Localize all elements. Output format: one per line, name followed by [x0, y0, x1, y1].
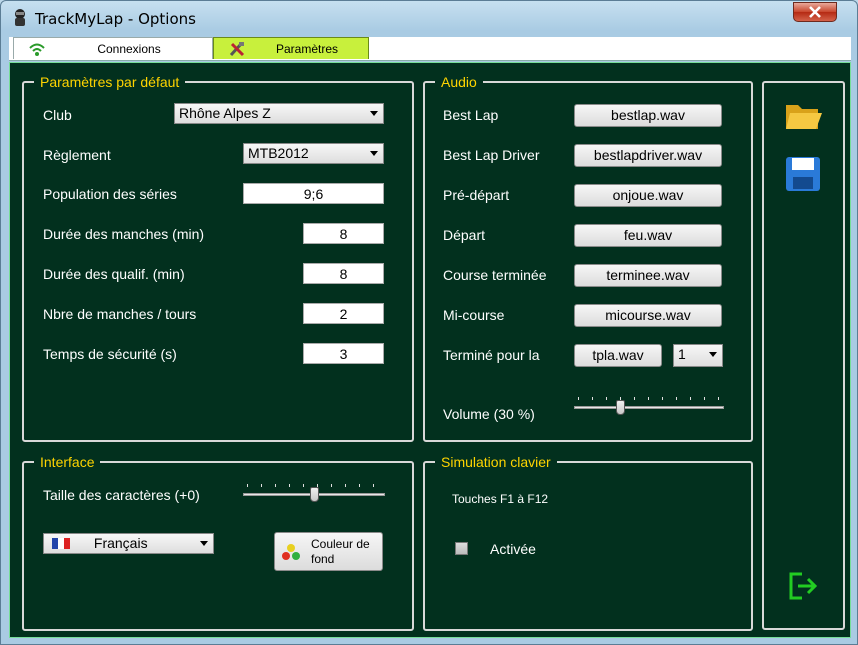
audio-label-terminee: Course terminée	[443, 267, 547, 283]
duree-manches-input[interactable]: 8	[303, 223, 384, 244]
interface-group: Interface Taille des caractères (+0) Fra…	[22, 453, 414, 631]
tab-connexions-label: Connexions	[97, 41, 161, 56]
keys-label: Touches F1 à F12	[452, 492, 549, 506]
audio-legend: Audio	[435, 73, 483, 91]
close-icon	[809, 6, 821, 18]
audio-group: Audio Best Lap bestlap.wav Best Lap Driv…	[423, 73, 753, 442]
options-window: TrackMyLap - Options Connexions Paramètr…	[0, 0, 858, 645]
close-button[interactable]	[793, 2, 837, 22]
defaults-legend: Paramètres par défaut	[34, 73, 186, 91]
simulation-legend: Simulation clavier	[435, 453, 557, 471]
audio-label-bestlap: Best Lap	[443, 107, 499, 123]
language-select[interactable]: Français	[43, 533, 214, 554]
audio-label-predepart: Pré-départ	[443, 187, 510, 203]
interface-legend: Interface	[34, 453, 101, 471]
volume-slider-thumb[interactable]	[616, 400, 626, 415]
color-dots-icon	[282, 544, 300, 560]
tab-parametres[interactable]: Paramètres	[213, 37, 369, 59]
tab-strip: Connexions Paramètres	[9, 37, 851, 61]
club-value: Rhône Alpes Z	[179, 105, 271, 121]
settings-panel: Paramètres par défaut Club Rhône Alpes Z…	[9, 62, 851, 638]
tab-connexions[interactable]: Connexions	[13, 37, 213, 59]
audio-file-terminee-button[interactable]: terminee.wav	[574, 264, 722, 287]
audio-file-depart-button[interactable]: feu.wav	[574, 224, 722, 247]
activated-label: Activée	[490, 541, 536, 557]
font-size-slider[interactable]	[243, 484, 385, 506]
chevron-down-icon	[200, 541, 208, 546]
font-size-slider-thumb[interactable]	[309, 487, 319, 502]
termine-file-button[interactable]: tpla.wav	[574, 344, 662, 367]
duree-qualif-input[interactable]: 8	[303, 263, 384, 284]
audio-label-depart: Départ	[443, 227, 486, 243]
chevron-down-icon	[709, 352, 717, 357]
termine-label: Terminé pour la	[443, 347, 540, 363]
volume-label: Volume (30 %)	[443, 406, 535, 422]
save-icon[interactable]	[784, 155, 822, 193]
temps-securite-input[interactable]: 3	[303, 343, 384, 364]
activated-checkbox[interactable]	[455, 542, 468, 555]
chevron-down-icon	[370, 111, 378, 116]
population-label: Population des séries	[43, 186, 177, 202]
termine-count-value: 1	[678, 346, 686, 362]
reglement-value: MTB2012	[248, 145, 309, 161]
language-value: Français	[93, 535, 148, 551]
simulation-group: Simulation clavier Touches F1 à F12 Acti…	[423, 453, 753, 631]
club-label: Club	[43, 107, 72, 123]
temps-securite-label: Temps de sécurité (s)	[43, 346, 177, 362]
nbre-manches-label: Nbre de manches / tours	[43, 306, 197, 322]
background-color-label: Couleur de fond	[311, 537, 370, 566]
audio-file-bestlap-button[interactable]: bestlap.wav	[574, 104, 722, 127]
exit-icon[interactable]	[788, 571, 820, 601]
audio-file-bestlapdriver-button[interactable]: bestlapdriver.wav	[574, 144, 722, 167]
font-size-label: Taille des caractères (+0)	[43, 487, 200, 503]
audio-label-micourse: Mi-course	[443, 307, 505, 323]
duree-qualif-label: Durée des qualif. (min)	[43, 266, 185, 282]
termine-count-select[interactable]: 1	[673, 344, 723, 367]
chevron-down-icon	[370, 151, 378, 156]
background-color-button[interactable]: Couleur de fond	[274, 532, 383, 571]
population-input[interactable]: 9;6	[243, 183, 384, 204]
nbre-manches-input[interactable]: 2	[303, 303, 384, 324]
reglement-label: Règlement	[43, 147, 111, 163]
club-select[interactable]: Rhône Alpes Z	[174, 103, 384, 124]
title-bar: TrackMyLap - Options	[1, 1, 857, 35]
audio-file-predepart-button[interactable]: onjoue.wav	[574, 184, 722, 207]
tab-parametres-label: Paramètres	[275, 41, 339, 56]
audio-label-bestlapdriver: Best Lap Driver	[443, 147, 540, 163]
french-flag-icon	[52, 538, 70, 549]
app-icon	[15, 9, 25, 26]
reglement-select[interactable]: MTB2012	[243, 143, 384, 164]
defaults-group: Paramètres par défaut Club Rhône Alpes Z…	[22, 73, 414, 442]
action-sidebar	[762, 81, 845, 630]
volume-slider[interactable]	[574, 397, 724, 421]
audio-file-micourse-button[interactable]: micourse.wav	[574, 304, 722, 327]
duree-manches-label: Durée des manches (min)	[43, 226, 205, 242]
folder-open-icon[interactable]	[784, 99, 824, 133]
wifi-icon	[29, 43, 45, 56]
tools-icon	[229, 41, 245, 56]
volume-slider-track	[574, 406, 724, 409]
window-title: TrackMyLap - Options	[35, 10, 196, 28]
